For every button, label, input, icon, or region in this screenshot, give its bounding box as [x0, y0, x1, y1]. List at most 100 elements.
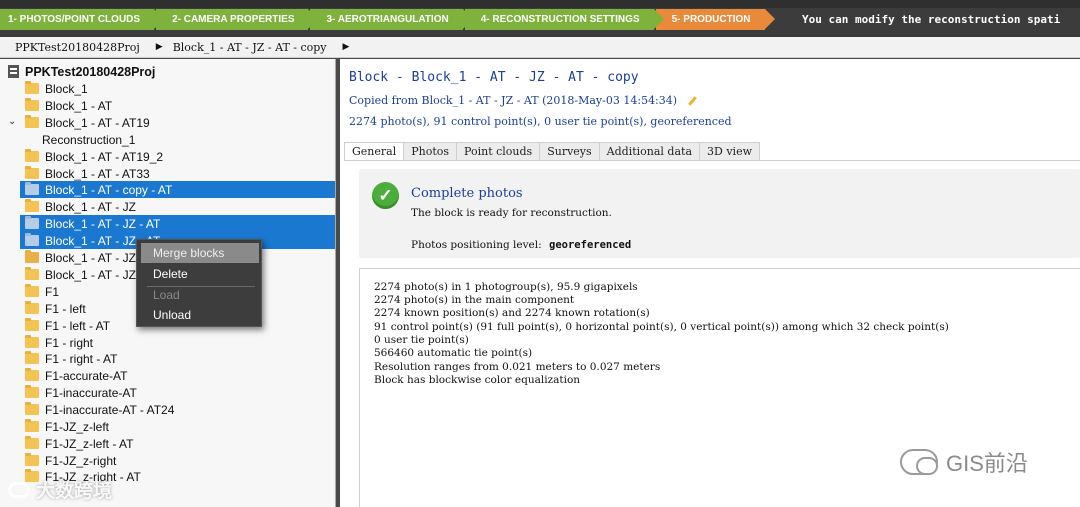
tree-item-label: F1 - right - AT [45, 351, 118, 366]
tab-3d-view[interactable]: 3D view [700, 142, 760, 161]
copied-from-text: Copied from Block_1 - AT - JZ - AT (2018… [349, 94, 678, 107]
pencil-icon[interactable] [688, 95, 697, 106]
tree-root-label: PPKTest20180428Proj [25, 64, 156, 79]
folder-icon [25, 368, 39, 381]
folder-icon [25, 81, 39, 94]
tree-item[interactable]: F1-JZ_z-right [20, 452, 335, 469]
tree-root-project[interactable]: PPKTest20180428Proj [8, 63, 155, 80]
block-summary: 2274 photo(s), 91 control point(s), 0 us… [349, 115, 732, 128]
folder-icon [25, 318, 39, 331]
tree-item-label: Block_1 - AT - JZ [45, 199, 136, 214]
tree-item-label: Block_1 - AT - JZ [45, 250, 136, 265]
folder-warning-icon [25, 250, 39, 263]
tree-item-label: F1-JZ_z-right [45, 453, 117, 468]
tree-item-label: F1-accurate-AT [45, 368, 128, 383]
folder-icon [25, 385, 39, 398]
breadcrumb-project[interactable]: PPKTest20180428Proj [15, 41, 140, 54]
tree-item-label: Block_1 - AT - AT19_2 [45, 149, 164, 164]
folder-icon [25, 199, 39, 212]
chevron-right-icon[interactable]: ▶ [156, 42, 163, 52]
positioning-value: georeferenced [549, 239, 632, 251]
menu-item-merge-blocks[interactable]: Merge blocks [141, 243, 259, 263]
chevron-right-icon[interactable]: ▶ [343, 42, 350, 52]
folder-icon [25, 453, 39, 466]
tree-item[interactable]: Block_1 - AT - AT33 [20, 165, 335, 182]
statistics-line: 0 user tie point(s) [374, 334, 469, 346]
folder-icon [25, 115, 39, 128]
tree-item[interactable]: Block_1 - AT - AT19_2 [20, 148, 335, 165]
statistics-line: 2274 photo(s) in 1 photogroup(s), 95.9 g… [374, 281, 638, 293]
menu-item-unload[interactable]: Unload [141, 305, 259, 325]
folder-icon [25, 402, 39, 415]
step-camera-properties[interactable]: 2- CAMERA PROPERTIES [156, 9, 319, 30]
tree-item[interactable]: F1-JZ_z-left - AT [20, 435, 335, 452]
tree-item[interactable]: F1 - right [20, 334, 335, 351]
tab-general[interactable]: General [344, 142, 405, 161]
tree-item[interactable]: Block_1 - AT - JZ [20, 198, 335, 215]
menu-item-load: Load [153, 288, 180, 302]
block-copied-from: Copied from Block_1 - AT - JZ - AT (2018… [349, 94, 697, 107]
tab-divider [344, 160, 1080, 161]
folder-icon [25, 233, 39, 246]
status-description: The block is ready for reconstruction. [411, 207, 612, 219]
breadcrumb-block[interactable]: Block_1 - AT - JZ - AT - copy [173, 41, 327, 54]
watermark-left: 大数跨境 [8, 476, 112, 503]
chevron-down-icon[interactable]: ⌄ [8, 116, 16, 127]
tree-item-label: Block_1 - AT - JZ - AT [45, 216, 161, 231]
step-reconstruction-settings[interactable]: 4- RECONSTRUCTION SETTINGS [464, 9, 664, 30]
statistics-line: Block has blockwise color equalization [374, 374, 581, 386]
tree-item[interactable]: Block_1 [20, 80, 335, 97]
status-card: ✓ Complete photos The block is ready for… [359, 169, 1080, 258]
tree-item[interactable]: F1 - right - AT [20, 350, 335, 367]
statistics-line: Resolution ranges from 0.021 meters to 0… [374, 361, 661, 373]
statistics-line: 2274 photo(s) in the main component [374, 294, 575, 306]
watermark-right-text: GIS前沿 [946, 451, 1028, 476]
tree-item-label: F1 - left [45, 301, 86, 316]
tab-surveys[interactable]: Surveys [540, 142, 600, 161]
tab-photos[interactable]: Photos [404, 142, 458, 161]
folder-icon [25, 98, 39, 111]
wechat-icon [900, 449, 938, 475]
context-menu: Merge blocks Delete Load Unload [136, 239, 262, 327]
tree-item-label: F1 [45, 284, 60, 299]
tree-item-reconstruction[interactable]: Reconstruction_1 [42, 131, 335, 148]
tree-item-selected[interactable]: Block_1 - AT - copy - AT [20, 181, 335, 198]
tree-item-label: F1-JZ_z-left [45, 419, 110, 434]
tree-item-label: Block_1 - AT - JZ [45, 267, 136, 282]
watermark-left-text: 大数跨境 [36, 481, 113, 502]
folder-icon [25, 351, 39, 364]
step-photos-point-clouds[interactable]: 1- PHOTOS/POINT CLOUDS [0, 9, 165, 30]
step-production[interactable]: 5- PRODUCTION [655, 9, 775, 30]
project-icon [8, 65, 19, 78]
folder-icon [25, 149, 39, 162]
tree-item-label: Block_1 - AT [45, 98, 113, 113]
check-circle-icon: ✓ [372, 182, 399, 209]
statistics-line: 2274 known position(s) and 2274 known ro… [374, 307, 650, 319]
positioning-level: Photos positioning level: georeferenced [411, 239, 631, 251]
folder-icon [25, 182, 39, 195]
menu-item-delete[interactable]: Delete [141, 264, 259, 284]
tree-item-label: F1-inaccurate-AT - AT24 [45, 402, 175, 417]
tree-item[interactable]: F1-inaccurate-AT - AT24 [20, 401, 335, 418]
tab-bar: General Photos Point clouds Surveys Addi… [344, 142, 760, 161]
tab-point-clouds[interactable]: Point clouds [457, 142, 541, 161]
tree-item[interactable]: F1-JZ_z-left [20, 418, 335, 435]
tree-item[interactable]: F1-accurate-AT [20, 367, 335, 384]
tree-item-label: Block_1 [45, 81, 88, 96]
tree-item-selected[interactable]: Block_1 - AT - JZ - AT [20, 215, 335, 232]
statistics-line: 566460 automatic tie point(s) [374, 347, 533, 359]
workflow-bar: 1- PHOTOS/POINT CLOUDS 2- CAMERA PROPERT… [0, 0, 1080, 37]
tab-additional-data[interactable]: Additional data [599, 142, 701, 161]
tree-item[interactable]: F1-inaccurate-AT [20, 384, 335, 401]
step-aerotriangulation[interactable]: 3- AEROTRIANGULATION [310, 9, 473, 30]
tree-item[interactable]: Block_1 - AT - AT19 [20, 114, 335, 131]
folder-icon [25, 436, 39, 449]
tree-item[interactable]: Block_1 - AT [20, 97, 335, 114]
block-details-panel: Block - Block_1 - AT - JZ - AT - copy Co… [340, 59, 1080, 507]
folder-icon [25, 335, 39, 348]
status-title: Complete photos [411, 186, 523, 201]
workflow-message: You can modify the reconstruction spati [802, 13, 1061, 26]
tree-item-label: Block_1 - AT - AT19 [45, 115, 150, 130]
top-strip [0, 0, 1080, 8]
folder-icon [25, 267, 39, 280]
